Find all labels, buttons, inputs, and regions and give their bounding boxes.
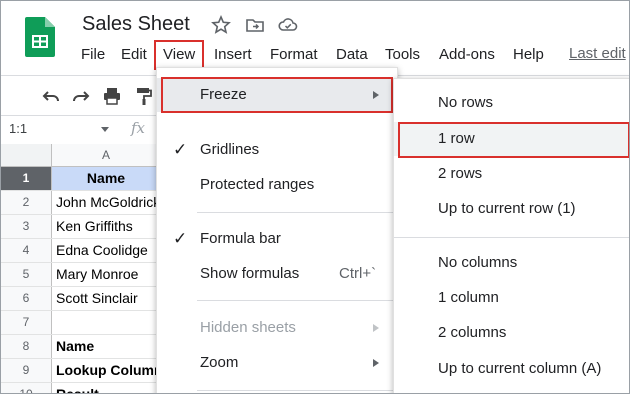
app-window: Sales Sheet File Edit View Insert Format… — [0, 0, 630, 394]
highlight-frame — [161, 77, 393, 113]
menu-tools[interactable]: Tools — [379, 45, 426, 65]
freeze-submenu: No rows 1 row 2 rows Up to current row (… — [393, 78, 629, 393]
menu-view[interactable]: View — [154, 40, 205, 70]
row-number[interactable]: 9 — [1, 359, 52, 382]
row-number[interactable]: 5 — [1, 263, 52, 286]
star-icon[interactable] — [211, 15, 231, 35]
document-title[interactable]: Sales Sheet — [82, 13, 190, 36]
table-row: 5 Mary Monroe — [1, 263, 161, 287]
cell[interactable]: Lookup Column — [52, 359, 160, 382]
table-row: 9 Lookup Column — [1, 359, 161, 383]
menu-item-label: No rows — [438, 94, 494, 111]
menu-divider — [394, 237, 629, 238]
row-number[interactable]: 2 — [1, 191, 52, 214]
menu-item-label: Up to current column (A) — [438, 360, 602, 377]
name-box[interactable]: 1:1 — [9, 121, 27, 136]
menu-item-no-columns[interactable]: No columns — [394, 246, 629, 280]
cell[interactable]: Edna Coolidge — [52, 239, 160, 262]
redo-icon[interactable] — [71, 86, 91, 106]
menu-item-label: Protected ranges — [200, 176, 315, 193]
cell[interactable]: Mary Monroe — [52, 263, 160, 286]
select-all-corner[interactable] — [1, 144, 52, 166]
menu-insert[interactable]: Insert — [208, 45, 258, 65]
row-number[interactable]: 4 — [1, 239, 52, 262]
cell[interactable]: John McGoldrick — [52, 191, 160, 214]
menu-data[interactable]: Data — [330, 45, 374, 65]
table-row: 6 Scott Sinclair — [1, 287, 161, 311]
menu-item-up-to-current-column[interactable]: Up to current column (A) — [394, 352, 629, 386]
menu-help[interactable]: Help — [507, 45, 550, 65]
row-number[interactable]: 3 — [1, 215, 52, 238]
menu-item-label: 2 rows — [438, 165, 483, 182]
chevron-down-icon[interactable] — [101, 127, 109, 132]
menu-item-formula-bar[interactable]: ✓ Formula bar — [157, 222, 397, 256]
cell[interactable]: Ken Griffiths — [52, 215, 160, 238]
cell[interactable]: Result — [52, 383, 160, 393]
menu-item-gridlines[interactable]: ✓ Gridlines — [157, 133, 397, 167]
cell[interactable]: Name — [52, 335, 160, 358]
menu-item-2-rows[interactable]: 2 rows — [394, 157, 629, 191]
row-number[interactable]: 1 — [1, 167, 52, 190]
menu-item-zoom[interactable]: Zoom — [157, 346, 397, 380]
menu-divider — [197, 300, 397, 301]
menu-file[interactable]: File — [75, 45, 111, 65]
menu-item-label: 1 column — [438, 289, 499, 306]
menu-item-label: Gridlines — [200, 141, 260, 158]
cloud-status-icon[interactable] — [278, 15, 298, 35]
highlight-frame — [398, 122, 629, 158]
menu-item-hidden-sheets: Hidden sheets — [157, 311, 397, 345]
row-number[interactable]: 8 — [1, 335, 52, 358]
checkmark-icon: ✓ — [173, 229, 188, 248]
cell[interactable] — [52, 311, 160, 334]
menu-item-label: 2 columns — [438, 324, 507, 341]
table-row: 2 John McGoldrick — [1, 191, 161, 215]
menu-item-label: Formula bar — [200, 230, 281, 247]
sheets-logo-icon[interactable] — [25, 17, 55, 57]
table-row: 1 Name — [1, 167, 161, 191]
last-edit-link[interactable]: Last edit — [569, 45, 626, 62]
menu-item-label: Zoom — [200, 354, 239, 371]
row-number[interactable]: 7 — [1, 311, 52, 334]
menu-item-show-formulas[interactable]: Show formulas Ctrl+` — [157, 257, 397, 291]
submenu-arrow-icon — [373, 359, 379, 367]
checkmark-icon: ✓ — [173, 140, 188, 159]
move-to-folder-icon[interactable] — [245, 15, 265, 35]
menu-add-ons[interactable]: Add-ons — [433, 45, 501, 65]
menu-item-1-column[interactable]: 1 column — [394, 281, 629, 315]
row-number[interactable]: 10 — [1, 383, 52, 393]
menu-divider — [197, 212, 397, 213]
fx-icon: fx — [131, 119, 146, 137]
menu-item-no-rows[interactable]: No rows — [394, 86, 629, 120]
view-menu: Freeze ✓ Gridlines Protected ranges ✓ Fo… — [156, 67, 398, 393]
table-row: 4 Edna Coolidge — [1, 239, 161, 263]
print-icon[interactable] — [102, 86, 122, 106]
cell[interactable]: Scott Sinclair — [52, 287, 160, 310]
column-header-a[interactable]: A — [51, 144, 161, 166]
menu-item-protected-ranges[interactable]: Protected ranges — [157, 168, 397, 202]
table-row: 10 Result — [1, 383, 161, 393]
menu-edit[interactable]: Edit — [115, 45, 153, 65]
submenu-arrow-icon — [373, 324, 379, 332]
row-number[interactable]: 6 — [1, 287, 52, 310]
table-row: 3 Ken Griffiths — [1, 215, 161, 239]
table-row: 8 Name — [1, 335, 161, 359]
menu-item-label: Show formulas — [200, 265, 300, 282]
menu-format[interactable]: Format — [264, 45, 324, 65]
menu-item-label: Up to current row (1) — [438, 200, 576, 217]
menu-item-label: Hidden sheets — [200, 319, 296, 336]
menu-item-up-to-current-row[interactable]: Up to current row (1) — [394, 192, 629, 226]
column-header-row: A — [1, 144, 161, 167]
paint-format-icon[interactable] — [134, 86, 154, 106]
undo-icon[interactable] — [41, 86, 61, 106]
table-row: 7 — [1, 311, 161, 335]
menu-divider — [197, 390, 397, 391]
menu-item-label: No columns — [438, 254, 518, 271]
shortcut-label: Ctrl+` — [339, 265, 377, 282]
menu-item-2-columns[interactable]: 2 columns — [394, 316, 629, 350]
cell[interactable]: Name — [52, 167, 160, 190]
